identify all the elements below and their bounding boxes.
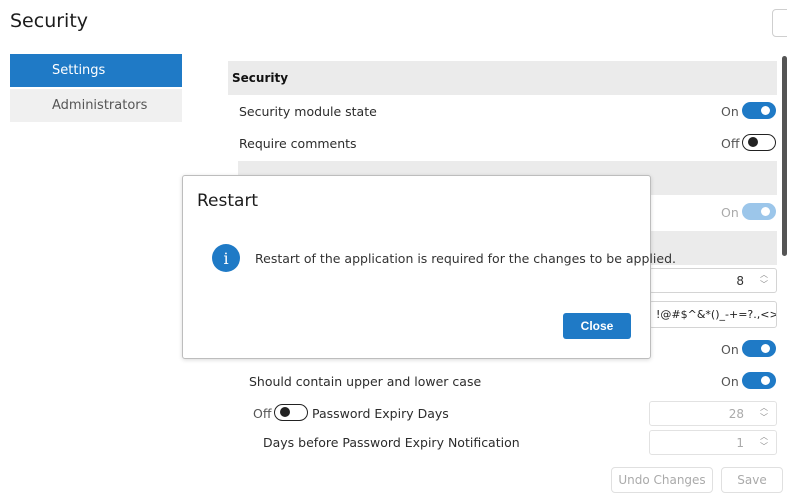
- stepper-icon[interactable]: ︿ ﹀: [760, 270, 768, 290]
- expiry-notify-label: Days before Password Expiry Notification: [263, 435, 520, 450]
- scrollbar[interactable]: [781, 56, 787, 458]
- security-module-toggle[interactable]: [742, 102, 776, 119]
- require-comments-toggle[interactable]: [742, 134, 776, 151]
- upper-lower-toggle[interactable]: [742, 372, 776, 389]
- stepper-icon: ︿ ﹀: [760, 432, 768, 451]
- sidebar-item-settings[interactable]: Settings: [10, 54, 182, 87]
- undo-changes-button[interactable]: Undo Changes: [611, 467, 713, 493]
- sidebar-item-administrators[interactable]: Administrators: [10, 89, 182, 122]
- special-chars-toggle[interactable]: [742, 340, 776, 357]
- audit-state: On: [721, 205, 739, 220]
- require-comments-label: Require comments: [239, 136, 357, 151]
- expiry-label: Password Expiry Days: [312, 406, 449, 421]
- section-header-security: Security: [228, 61, 777, 95]
- corner-button[interactable]: ⋮: [772, 9, 787, 37]
- dialog-message: Restart of the application is required f…: [255, 251, 676, 266]
- require-comments-state: Off: [721, 136, 740, 151]
- page-title: Security: [10, 10, 89, 32]
- restart-dialog: Restart i Restart of the application is …: [182, 175, 676, 359]
- upper-lower-label: Should contain upper and lower case: [249, 374, 482, 389]
- upper-lower-state: On: [721, 374, 739, 389]
- audit-toggle: [742, 203, 776, 220]
- special-chars-input[interactable]: !@#$^&*()_-+=?.,<>|: [649, 301, 777, 328]
- dialog-title: Restart: [197, 191, 259, 211]
- special-chars-state: On: [721, 342, 739, 357]
- expiry-days-input: 28 ︿ ﹀: [649, 401, 777, 426]
- expiry-toggle[interactable]: [274, 404, 308, 421]
- expiry-state: Off: [253, 406, 272, 421]
- sidebar: Settings Administrators: [10, 54, 182, 124]
- scrollbar-thumb[interactable]: [782, 56, 787, 256]
- security-module-label: Security module state: [239, 104, 377, 119]
- security-module-state: On: [721, 104, 739, 119]
- min-length-value: 8: [736, 274, 744, 288]
- info-icon: i: [212, 244, 240, 272]
- expiry-days-value: 28: [728, 407, 744, 421]
- close-button[interactable]: Close: [563, 313, 631, 339]
- min-length-input[interactable]: 8 ︿ ﹀: [649, 268, 777, 293]
- expiry-notify-input: 1 ︿ ﹀: [649, 430, 777, 455]
- stepper-icon: ︿ ﹀: [760, 403, 768, 422]
- save-button[interactable]: Save: [721, 467, 783, 493]
- expiry-notify-value: 1: [736, 436, 744, 450]
